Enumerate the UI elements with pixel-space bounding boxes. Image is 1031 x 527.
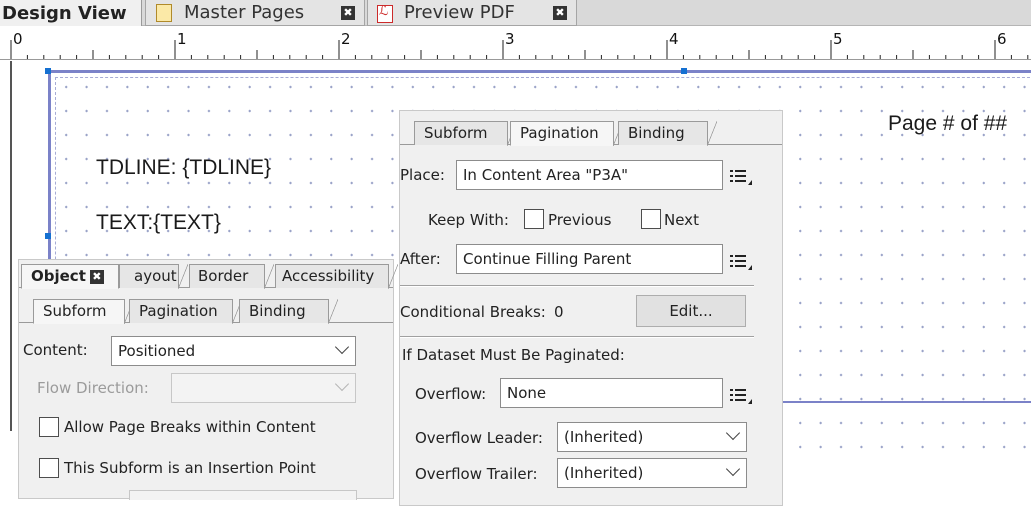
page-icon [156,3,172,22]
insertion-point-label: This Subform is an Insertion Point [64,459,316,477]
chevron-down-icon [334,339,350,355]
conditional-breaks-label: Conditional Breaks: [400,303,546,321]
tab-border[interactable]: Border [189,264,274,289]
content-area-bottom-edge [740,401,1031,403]
conditional-breaks-count: 0 [554,303,564,321]
keep-with-next-checkbox[interactable] [641,209,661,229]
allow-page-breaks-label: Allow Page Breaks within Content [64,418,316,436]
tab-subform[interactable]: Subform [33,299,134,324]
tab-pagination[interactable]: Pagination [129,299,242,324]
ruler-mark: 2 [341,30,351,48]
overflow-trailer-select[interactable]: (Inherited) [557,458,747,488]
keep-with-previous-checkbox[interactable] [524,209,544,229]
content-value: Positioned [118,342,196,360]
close-icon[interactable]: ✖ [553,6,567,20]
tab-accessibility[interactable]: Accessibility [275,264,398,289]
chevron-down-icon [334,376,350,392]
overflow-trailer-label: Overflow Trailer: [415,465,538,483]
tab-border-label: Border [198,267,249,285]
overflow-leader-label: Overflow Leader: [415,429,543,447]
tab-subform-label: Subform [424,124,488,142]
after-field[interactable]: Continue Filling Parent [456,244,723,274]
tab-pagination[interactable]: Pagination [510,121,623,146]
close-icon[interactable]: ✖ [89,269,104,284]
selection-handle[interactable] [681,68,687,74]
edit-button[interactable]: Edit... [636,295,746,327]
tdline-field[interactable]: TDLINE: {TDLINE} [96,156,271,180]
overflow-label: Overflow: [415,385,487,403]
place-field[interactable]: In Content Area "P3A" [456,160,723,190]
tab-design-view-label: Design View [2,2,127,24]
tab-binding[interactable]: Binding [618,121,717,146]
tab-binding-label: Binding [249,302,306,320]
place-value: In Content Area "P3A" [463,166,629,184]
tab-binding[interactable]: Binding [239,299,338,324]
tab-preview-pdf[interactable]: Preview PDF ✖ [367,0,577,26]
tab-master-pages[interactable]: Master Pages ✖ [145,0,365,26]
pagination-panel-tabs: Subform Pagination Binding [400,117,782,146]
content-select[interactable]: Positioned [111,336,356,366]
ruler-ticks [10,40,1029,59]
ruler-mark: 1 [177,30,187,48]
next-label: Next [664,211,699,229]
after-label: After: [400,250,441,268]
tab-design-view[interactable]: Design View [0,0,142,26]
pagination-panel: Subform Pagination Binding Place: In Con… [399,110,783,506]
content-label: Content: [23,341,88,359]
edit-button-label: Edit... [669,302,713,320]
tab-subform[interactable]: Subform [414,121,517,146]
tab-pagination-label: Pagination [139,302,218,320]
object-panel-sub-tabs: Subform Pagination Binding [19,295,393,324]
separator [400,336,754,338]
tab-binding-label: Binding [628,124,685,142]
tab-object[interactable]: Object ✖ [21,264,119,289]
ruler-mark: 0 [13,30,23,48]
horizontal-ruler[interactable]: 0 1 2 3 4 5 6 [0,27,1031,60]
tab-subform-label: Subform [43,302,107,320]
ruler-mark: 3 [505,30,515,48]
flow-direction-label: Flow Direction: [37,379,149,397]
overflow-field[interactable]: None [500,378,723,408]
selection-handle[interactable] [45,68,51,74]
separator [400,285,754,287]
page-number-field[interactable]: Page # of ## [888,112,1007,136]
tab-object-label: Object [31,267,86,285]
keep-with-label: Keep With: [428,211,509,229]
ruler-mark: 6 [997,30,1007,48]
after-value: Continue Filling Parent [463,250,632,268]
overflow-trailer-value: (Inherited) [564,464,644,482]
ruler-mark: 4 [669,30,679,48]
close-icon[interactable]: ✖ [341,6,355,20]
flow-direction-select[interactable] [171,373,356,403]
vertical-ruler [0,61,12,431]
allow-page-breaks-checkbox[interactable] [39,417,59,437]
tab-accessibility-label: Accessibility [282,267,375,285]
place-label: Place: [400,166,445,184]
ruler-mark: 5 [833,30,843,48]
object-panel: Object ✖ ayout Border Accessibility Subfo… [18,259,398,500]
pdf-icon [376,4,393,23]
list-menu-icon[interactable] [730,169,752,185]
dataset-paginated-heading: If Dataset Must Be Paginated: [402,346,625,364]
list-menu-icon[interactable] [730,254,752,270]
chevron-down-icon [725,461,741,477]
object-panel-top-tabs: Object ✖ ayout Border Accessibility [19,260,398,289]
overflow-value: None [507,384,547,402]
previous-label: Previous [548,211,612,229]
overflow-leader-select[interactable]: (Inherited) [557,422,747,452]
tab-pagination-label: Pagination [520,124,599,142]
selection-handle[interactable] [45,233,51,239]
chevron-down-icon [725,425,741,441]
list-menu-icon[interactable] [730,388,752,404]
text-field[interactable]: TEXT:{TEXT} [96,211,221,235]
partial-field [129,490,357,500]
tab-preview-pdf-label: Preview PDF [404,2,515,23]
overflow-leader-value: (Inherited) [564,428,644,446]
tab-layout[interactable]: ayout [119,264,188,289]
document-tab-strip: Design View Master Pages ✖ Preview PDF ✖ [0,0,1031,26]
tab-layout-label: ayout [134,267,177,285]
insertion-point-checkbox[interactable] [39,458,59,478]
tab-master-pages-label: Master Pages [184,2,305,23]
